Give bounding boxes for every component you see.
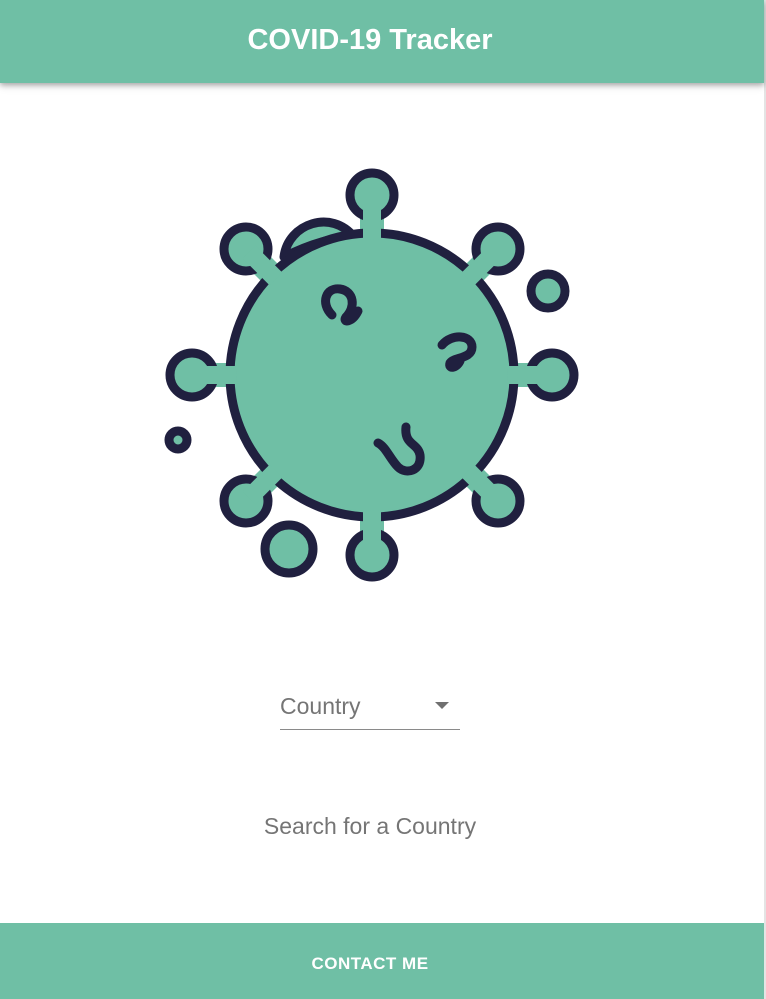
chevron-down-icon [435, 702, 449, 709]
country-select[interactable]: Country [280, 685, 460, 730]
app-bar: COVID-19 Tracker [0, 0, 764, 83]
contact-me-button[interactable]: CONTACT ME [0, 954, 740, 974]
page: COVID-19 Tracker Country Search for a Co… [0, 0, 766, 999]
country-select-placeholder: Country [280, 693, 361, 719]
app-title: COVID-19 Tracker [247, 24, 493, 56]
search-hint: Search for a Country [263, 813, 477, 839]
footer: CONTACT ME [0, 923, 764, 999]
virus-icon [164, 168, 579, 582]
